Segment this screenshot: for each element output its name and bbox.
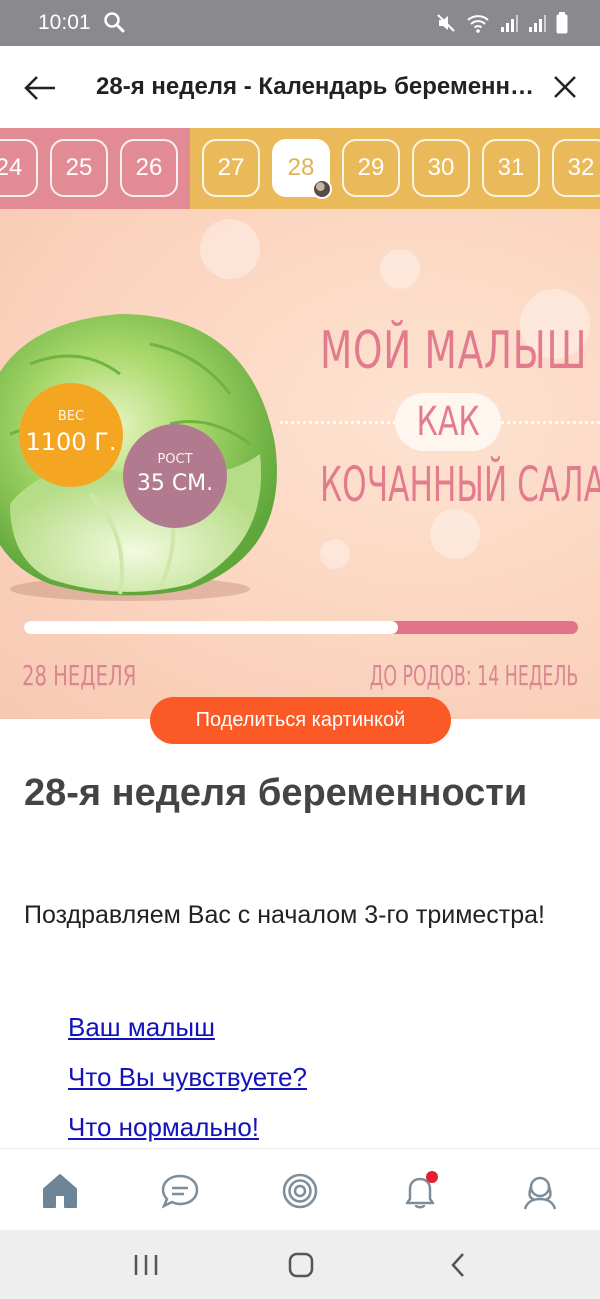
height-value: 35 СМ. bbox=[136, 471, 214, 496]
week-selector: 24 25 26 27 28 29 30 31 32 bbox=[0, 128, 600, 209]
height-badge: РОСТ 35 СМ. bbox=[123, 424, 227, 528]
week-number: 26 bbox=[135, 154, 163, 181]
home-icon bbox=[43, 1174, 77, 1208]
week-chip[interactable]: 30 bbox=[412, 139, 470, 197]
week-number: 28 bbox=[287, 154, 315, 181]
target-icon bbox=[282, 1173, 318, 1209]
pregnancy-progress-bar bbox=[24, 621, 578, 634]
arrow-left-icon bbox=[24, 76, 55, 100]
nav-profile[interactable] bbox=[518, 1169, 562, 1213]
bokeh-decoration bbox=[200, 219, 260, 279]
profile-icon bbox=[523, 1176, 557, 1210]
bottom-navigation bbox=[0, 1148, 600, 1230]
system-back-button[interactable] bbox=[438, 1250, 478, 1280]
weight-badge: ВЕС 1100 Г. bbox=[19, 383, 123, 487]
article-links: Ваш малыш Что Вы чувствуете? Что нормаль… bbox=[68, 1002, 307, 1152]
week-chip[interactable]: 32 bbox=[552, 139, 600, 197]
status-time: 10:01 bbox=[38, 11, 91, 34]
home-icon bbox=[288, 1252, 314, 1278]
weeks-remaining-label: ДО РОДОВ: 14 НЕДЕЛЬ bbox=[369, 659, 578, 692]
status-bar: 10:01 bbox=[0, 0, 600, 46]
close-icon bbox=[554, 76, 576, 98]
recents-button[interactable] bbox=[126, 1250, 166, 1280]
close-button[interactable] bbox=[550, 72, 582, 104]
bokeh-decoration bbox=[430, 509, 480, 559]
bokeh-decoration bbox=[320, 539, 350, 569]
remaining-label: ДО РОДОВ: bbox=[369, 659, 472, 692]
weight-label: ВЕС bbox=[57, 409, 85, 424]
week-chip[interactable]: 29 bbox=[342, 139, 400, 197]
week-number: 27 bbox=[217, 154, 245, 181]
week-number: 25 bbox=[65, 154, 93, 181]
banner-connector: КАК bbox=[416, 399, 480, 445]
system-home-button[interactable] bbox=[281, 1250, 321, 1280]
chat-icon bbox=[161, 1174, 199, 1209]
avatar bbox=[312, 179, 332, 199]
banner-headline-line2: КОЧАННЫЙ САЛАТ bbox=[320, 457, 600, 513]
back-icon bbox=[451, 1253, 464, 1277]
week-number: 32 bbox=[567, 154, 595, 181]
system-navigation-bar bbox=[0, 1230, 600, 1299]
week-number: 29 bbox=[357, 154, 385, 181]
search-icon bbox=[103, 11, 125, 38]
signal-icon bbox=[528, 13, 546, 38]
share-image-button[interactable]: Поделиться картинкой bbox=[150, 697, 451, 744]
nav-notifications[interactable] bbox=[398, 1169, 442, 1213]
article-intro: Поздравляем Вас с началом 3-го триместра… bbox=[24, 901, 545, 929]
app-header: 28-я неделя - Календарь беременности bbox=[0, 46, 600, 128]
battery-icon bbox=[556, 12, 568, 39]
back-button[interactable] bbox=[22, 70, 62, 106]
week-chip[interactable]: 25 bbox=[50, 139, 108, 197]
week-number: 30 bbox=[427, 154, 455, 181]
wifi-icon bbox=[466, 13, 490, 38]
week-chip[interactable]: 27 bbox=[202, 139, 260, 197]
link-your-baby[interactable]: Ваш малыш bbox=[68, 1002, 307, 1052]
link-what-is-normal[interactable]: Что нормально! bbox=[68, 1102, 307, 1152]
bokeh-decoration bbox=[380, 249, 420, 289]
banner-headline-line1: МОЙ МАЛЫШ bbox=[320, 321, 588, 381]
weight-value: 1100 Г. bbox=[25, 428, 117, 456]
week-chip-current[interactable]: 28 bbox=[272, 139, 332, 199]
week-number: 24 bbox=[0, 154, 23, 181]
week-chip[interactable]: 24 bbox=[0, 139, 38, 197]
bell-icon bbox=[405, 1171, 438, 1209]
week-chip[interactable]: 31 bbox=[482, 139, 540, 197]
remaining-value: 14 НЕДЕЛЬ bbox=[476, 659, 578, 692]
banner-connector-pill: КАК bbox=[395, 393, 501, 451]
page-title: 28-я неделя - Календарь беременности bbox=[96, 73, 536, 100]
status-icons bbox=[436, 12, 568, 39]
mute-icon bbox=[436, 13, 456, 38]
baby-size-banner: ВЕС 1100 Г. РОСТ 35 СМ. МОЙ МАЛЫШ КАК КО… bbox=[0, 209, 600, 719]
article-content: 28-я неделя беременности Поздравляем Вас… bbox=[0, 744, 600, 1148]
article-title: 28-я неделя беременности bbox=[24, 772, 528, 814]
height-label: РОСТ bbox=[157, 452, 193, 467]
week-number: 31 bbox=[497, 154, 525, 181]
nav-chat[interactable] bbox=[158, 1169, 202, 1213]
progress-fill bbox=[24, 621, 398, 634]
signal-icon bbox=[500, 13, 518, 38]
nav-home[interactable] bbox=[38, 1169, 82, 1213]
week-chip[interactable]: 26 bbox=[120, 139, 178, 197]
nav-target[interactable] bbox=[278, 1169, 322, 1213]
link-how-you-feel[interactable]: Что Вы чувствуете? bbox=[68, 1052, 307, 1102]
recents-icon bbox=[134, 1255, 158, 1275]
current-week-label: 28 НЕДЕЛЯ bbox=[22, 659, 137, 692]
